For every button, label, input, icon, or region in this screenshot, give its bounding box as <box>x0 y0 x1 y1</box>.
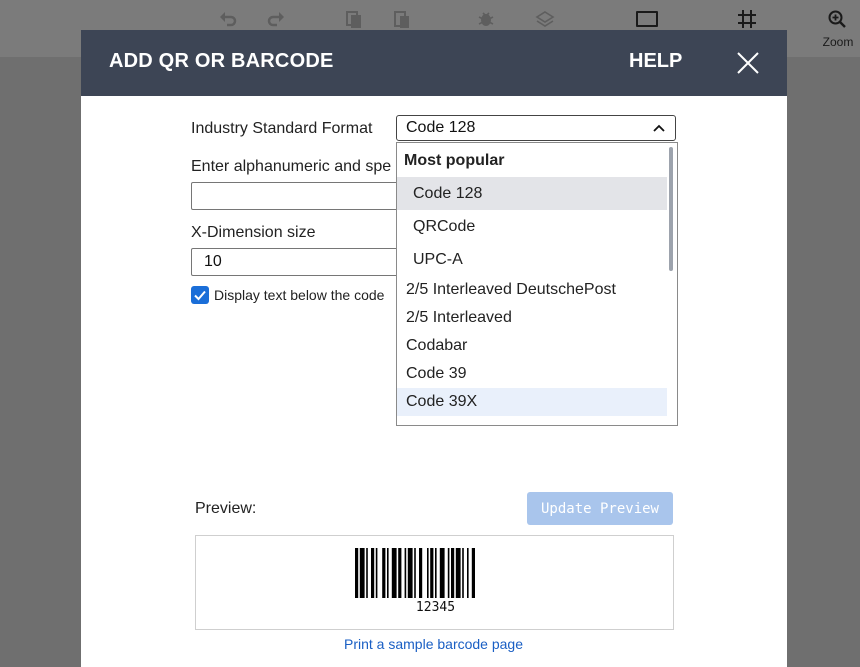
barcode-text: 12345 <box>415 600 456 615</box>
format-select[interactable]: Code 128 <box>396 115 676 141</box>
display-text-label: Display text below the code <box>214 287 385 303</box>
barcode-preview: 12345 <box>195 535 674 630</box>
chevron-up-icon <box>653 124 665 132</box>
close-icon <box>737 52 759 74</box>
dropdown-group-label: Most popular <box>404 152 505 169</box>
dropdown-option[interactable]: 2/5 Interleaved <box>397 304 667 332</box>
layers-icon[interactable] <box>535 9 555 29</box>
dialog-title: ADD QR OR BARCODE <box>109 50 334 72</box>
paste-icon[interactable] <box>392 9 412 29</box>
update-preview-button[interactable]: Update Preview <box>527 492 673 525</box>
dropdown-scrollbar[interactable] <box>669 147 673 271</box>
format-label: Industry Standard Format <box>191 120 373 137</box>
barcode-data-input[interactable] <box>191 182 406 210</box>
dropdown-option[interactable]: Code 39 <box>397 360 667 388</box>
dropdown-option[interactable]: 2/5 Interleaved DeutschePost <box>397 276 667 304</box>
dropdown-option[interactable]: Code 39X <box>397 388 667 416</box>
bug-icon[interactable] <box>476 9 496 29</box>
display-text-checkbox[interactable] <box>191 286 209 304</box>
format-dropdown-list: Most popular Code 128 QRCode UPC-A 2/5 I… <box>396 142 678 426</box>
undo-icon[interactable] <box>218 9 238 29</box>
sample-barcode-link[interactable]: Print a sample barcode page <box>344 636 523 652</box>
dropdown-option[interactable]: QRCode <box>397 210 667 243</box>
checkmark-icon <box>194 290 206 301</box>
preview-label: Preview: <box>195 500 257 517</box>
xdim-input[interactable] <box>191 248 406 276</box>
dropdown-option[interactable]: Codabar <box>397 332 667 360</box>
copy-icon[interactable] <box>344 9 364 29</box>
close-button[interactable] <box>735 50 761 76</box>
rectangle-icon[interactable] <box>636 11 658 27</box>
dropdown-option[interactable]: UPC-A <box>397 243 667 276</box>
dialog-header: ADD QR OR BARCODE HELP <box>81 30 787 96</box>
zoom-label: Zoom <box>822 35 854 49</box>
xdim-label: X-Dimension size <box>191 224 316 241</box>
add-barcode-dialog: ADD QR OR BARCODE HELP Industry Standard… <box>81 30 787 667</box>
redo-icon[interactable] <box>266 9 286 29</box>
grid-icon[interactable] <box>737 9 757 29</box>
data-label: Enter alphanumeric and spe <box>191 158 392 175</box>
barcode-image <box>355 548 475 598</box>
format-select-value: Code 128 <box>406 119 476 136</box>
zoom-icon[interactable] <box>827 9 847 29</box>
help-link[interactable]: HELP <box>629 50 682 73</box>
dropdown-option[interactable]: Code 128 <box>397 177 667 210</box>
